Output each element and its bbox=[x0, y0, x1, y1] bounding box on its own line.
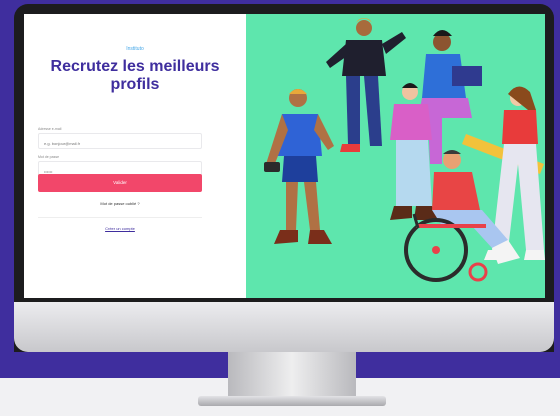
page-title: Recrutez les meilleurs profils bbox=[50, 58, 220, 93]
monitor-stand-foot bbox=[198, 396, 386, 406]
submit-button[interactable]: Valider bbox=[38, 174, 202, 192]
person-red-top bbox=[462, 86, 545, 260]
monitor-stand-neck bbox=[228, 352, 356, 398]
create-account-link[interactable]: Créer un compte bbox=[24, 226, 216, 231]
divider bbox=[38, 217, 202, 218]
brand-label: Instituto bbox=[126, 46, 144, 52]
forgot-password-link[interactable]: Mot de passe oublié ? bbox=[24, 201, 216, 206]
monitor-chin bbox=[14, 302, 554, 352]
email-label: Adresse e-mail bbox=[38, 127, 62, 131]
person-plaid-shirt bbox=[264, 89, 334, 244]
login-panel: Instituto Recrutez les meilleurs profils… bbox=[24, 14, 246, 298]
monitor-screen: Instituto Recrutez les meilleurs profils… bbox=[24, 14, 545, 298]
email-field[interactable] bbox=[38, 133, 202, 149]
people-illustration bbox=[246, 14, 545, 298]
password-label: Mot de passe bbox=[38, 155, 60, 159]
illustration-svg bbox=[264, 18, 545, 282]
